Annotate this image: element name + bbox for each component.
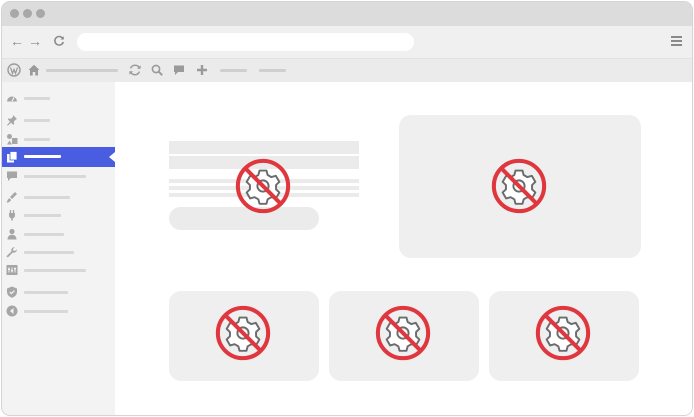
maximize-window-button[interactable]: [36, 9, 45, 18]
settings-icon: [6, 265, 18, 275]
sidebar-item-label: [24, 251, 74, 254]
site-name-placeholder: [46, 69, 118, 72]
tools-icon: [6, 247, 17, 258]
search-icon[interactable]: [150, 63, 164, 77]
users-icon: [7, 228, 17, 240]
admin-bar: [2, 59, 692, 82]
plugins-icon: [9, 210, 15, 221]
sidebar-item-tools[interactable]: [2, 242, 115, 262]
sidebar-item-label: [24, 233, 64, 236]
sidebar-item-comments[interactable]: [2, 166, 115, 186]
dashboard-icon: [7, 96, 17, 102]
sidebar-item-label: [24, 310, 68, 313]
no-settings-icon: [491, 158, 547, 214]
sidebar-item-label: [24, 119, 50, 122]
collapse-icon: [6, 305, 18, 317]
pages-icon: [7, 151, 18, 163]
sidebar-item-dashboard[interactable]: [2, 88, 115, 108]
sidebar-item-label: [24, 291, 68, 294]
close-window-button[interactable]: [10, 9, 19, 18]
minimize-window-button[interactable]: [23, 9, 32, 18]
sidebar-item-label: [24, 155, 61, 158]
no-settings-icon: [235, 158, 291, 214]
hamburger-menu-icon[interactable]: [670, 32, 684, 50]
heading-placeholder: [169, 141, 359, 154]
sidebar-item-plugins[interactable]: [2, 205, 115, 225]
back-arrow-icon[interactable]: ←: [9, 32, 25, 50]
admin-sidebar: [2, 82, 115, 415]
sidebar-item-collapse[interactable]: [2, 301, 115, 321]
reload-icon[interactable]: [51, 32, 67, 50]
sidebar-item-media[interactable]: [2, 129, 115, 149]
address-bar[interactable]: [77, 33, 414, 51]
title-bar: [2, 2, 692, 26]
sidebar-item-label: [24, 175, 86, 178]
wordpress-logo-icon[interactable]: [7, 63, 21, 77]
shield-icon: [7, 286, 17, 298]
sidebar-item-users[interactable]: [2, 224, 115, 244]
sidebar-item-label: [24, 138, 50, 141]
menu-placeholder: [259, 69, 286, 72]
home-icon[interactable]: [27, 63, 41, 77]
forward-arrow-icon[interactable]: →: [27, 32, 43, 50]
appearance-icon: [6, 192, 17, 203]
sidebar-item-posts[interactable]: [2, 110, 115, 130]
menu-placeholder: [220, 69, 247, 72]
browser-window: ← →: [1, 1, 693, 416]
pin-icon: [6, 115, 17, 126]
sidebar-item-label: [24, 214, 61, 217]
comment-icon: [7, 171, 17, 181]
sidebar-item-pages[interactable]: [2, 147, 115, 167]
no-settings-icon: [535, 305, 591, 361]
sidebar-item-label: [24, 196, 70, 199]
sidebar-item-appearance[interactable]: [2, 187, 115, 207]
no-settings-icon: [215, 305, 271, 361]
sidebar-item-label: [24, 269, 86, 272]
main-content: [115, 82, 692, 415]
sidebar-item-label: [24, 97, 50, 100]
browser-toolbar: ← →: [2, 26, 692, 59]
no-settings-icon: [375, 305, 431, 361]
sidebar-item-settings[interactable]: [2, 260, 115, 280]
comment-icon[interactable]: [172, 63, 186, 77]
sidebar-item-security[interactable]: [2, 282, 115, 302]
plus-icon[interactable]: [195, 63, 209, 77]
refresh-icon[interactable]: [128, 63, 142, 77]
media-icon: [7, 134, 18, 145]
